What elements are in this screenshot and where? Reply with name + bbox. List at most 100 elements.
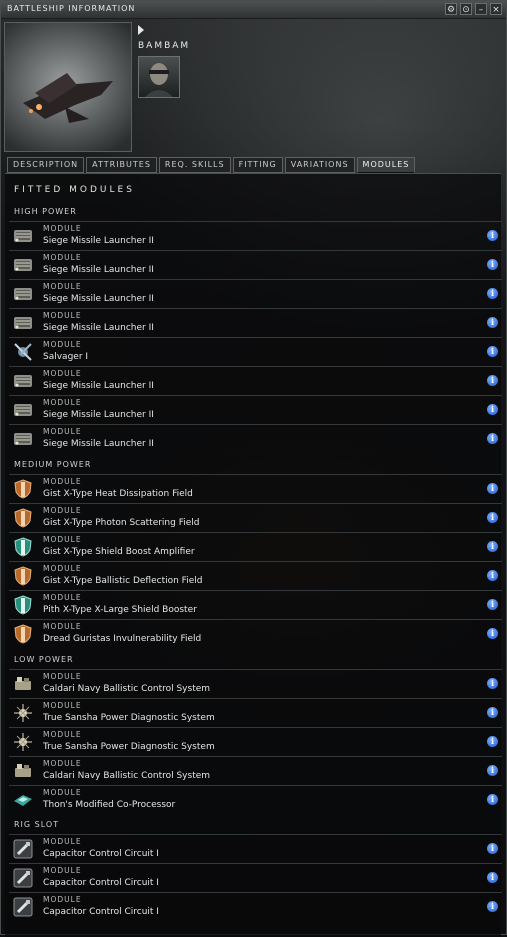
module-row[interactable]: MODULE Siege Missile Launcher II i (9, 424, 502, 453)
info-icon[interactable]: i (487, 404, 498, 415)
tab-variations[interactable]: VARIATIONS (284, 157, 355, 173)
module-name: True Sansha Power Diagnostic System (43, 742, 215, 752)
module-row[interactable]: MODULE Gist X-Type Heat Dissipation Field… (9, 474, 502, 503)
module-kind: MODULE (43, 895, 82, 904)
module-row[interactable]: MODULE Siege Missile Launcher II i (9, 250, 502, 279)
info-icon[interactable]: i (487, 843, 498, 854)
pin-icon[interactable]: ⊙ (460, 3, 472, 15)
module-name: Caldari Navy Ballistic Control System (43, 684, 211, 694)
power-diagnostic-icon (12, 702, 34, 724)
module-row[interactable]: MODULE Capacitor Control Circuit I i (9, 834, 502, 863)
info-icon[interactable]: i (487, 541, 498, 552)
module-row[interactable]: MODULE Siege Missile Launcher II i (9, 308, 502, 337)
module-kind: MODULE (43, 622, 82, 631)
module-kind: MODULE (43, 427, 82, 436)
rig-icon (12, 867, 34, 889)
module-row[interactable]: MODULE Siege Missile Launcher II i (9, 279, 502, 308)
module-row[interactable]: MODULE Siege Missile Launcher II i (9, 395, 502, 424)
pilot-portrait[interactable] (138, 56, 180, 98)
launcher-icon (12, 399, 34, 421)
info-icon[interactable]: i (487, 288, 498, 299)
orange-shield-icon (12, 623, 34, 645)
module-name: Capacitor Control Circuit I (43, 907, 159, 917)
minimize-icon[interactable]: – (475, 3, 487, 15)
info-icon[interactable]: i (487, 628, 498, 639)
tab-description[interactable]: DESCRIPTION (7, 157, 85, 173)
module-row[interactable]: MODULE Caldari Navy Ballistic Control Sys… (9, 756, 502, 785)
info-icon[interactable]: i (487, 346, 498, 357)
info-icon[interactable]: i (487, 483, 498, 494)
section-header: RIG SLOT (14, 820, 60, 829)
module-row[interactable]: MODULE True Sansha Power Diagnostic Syste… (9, 727, 502, 756)
title-bar[interactable]: BATTLESHIP INFORMATION ⚙ ⊙ – × (1, 1, 506, 19)
module-name: Gist X-Type Photon Scattering Field (43, 518, 200, 528)
tab-req-skills[interactable]: REQ. SKILLS (158, 157, 231, 173)
module-row[interactable]: MODULE Dread Guristas Invulnerability Fie… (9, 619, 502, 648)
panel-title: FITTED MODULES (14, 185, 135, 195)
module-name: Dread Guristas Invulnerability Field (43, 634, 202, 644)
module-row[interactable]: MODULE True Sansha Power Diagnostic Syste… (9, 698, 502, 727)
module-row[interactable]: MODULE Gist X-Type Shield Boost Amplifier… (9, 532, 502, 561)
tab-modules[interactable]: MODULES (356, 157, 416, 173)
module-kind: MODULE (43, 759, 82, 768)
power-diagnostic-icon (12, 731, 34, 753)
info-icon[interactable]: i (487, 259, 498, 270)
ballistic-control-icon (12, 760, 34, 782)
tab-fitting[interactable]: FITTING (232, 157, 283, 173)
launcher-icon (12, 225, 34, 247)
module-row[interactable]: MODULE Thon's Modified Co-Processor i (9, 785, 502, 814)
module-name: Siege Missile Launcher II (43, 381, 154, 391)
module-kind: MODULE (43, 593, 82, 602)
info-icon[interactable]: i (487, 433, 498, 444)
info-icon[interactable]: i (487, 794, 498, 805)
tab-attributes[interactable]: ATTRIBUTES (86, 157, 157, 173)
info-icon[interactable]: i (487, 512, 498, 523)
launcher-icon (12, 428, 34, 450)
info-icon[interactable]: i (487, 736, 498, 747)
section-header: HIGH POWER (14, 207, 77, 216)
settings-icon[interactable]: ⚙ (445, 3, 457, 15)
module-row[interactable]: MODULE Caldari Navy Ballistic Control Sys… (9, 669, 502, 698)
module-row[interactable]: MODULE Salvager I i (9, 337, 502, 366)
module-name: Siege Missile Launcher II (43, 439, 154, 449)
module-kind: MODULE (43, 788, 82, 797)
module-kind: MODULE (43, 253, 82, 262)
module-row[interactable]: MODULE Pith X-Type X-Large Shield Booster… (9, 590, 502, 619)
expand-arrow-icon[interactable] (138, 25, 144, 35)
module-row[interactable]: MODULE Siege Missile Launcher II i (9, 366, 502, 395)
info-icon[interactable]: i (487, 901, 498, 912)
info-icon[interactable]: i (487, 375, 498, 386)
close-icon[interactable]: × (490, 3, 502, 15)
module-kind: MODULE (43, 837, 82, 846)
info-icon[interactable]: i (487, 570, 498, 581)
module-kind: MODULE (43, 866, 82, 875)
module-kind: MODULE (43, 369, 82, 378)
rig-icon (12, 896, 34, 918)
info-icon[interactable]: i (487, 599, 498, 610)
module-row[interactable]: MODULE Siege Missile Launcher II i (9, 221, 502, 250)
info-icon[interactable]: i (487, 872, 498, 883)
info-icon[interactable]: i (487, 230, 498, 241)
info-icon[interactable]: i (487, 317, 498, 328)
module-name: Thon's Modified Co-Processor (43, 800, 176, 810)
module-name: Gist X-Type Shield Boost Amplifier (43, 547, 195, 557)
module-row[interactable]: MODULE Gist X-Type Photon Scattering Fiel… (9, 503, 502, 532)
module-kind: MODULE (43, 398, 82, 407)
teal-shield-icon (12, 536, 34, 558)
info-icon[interactable]: i (487, 678, 498, 689)
module-name: Pith X-Type X-Large Shield Booster (43, 605, 197, 615)
module-row[interactable]: MODULE Gist X-Type Ballistic Deflection F… (9, 561, 502, 590)
module-row[interactable]: MODULE Capacitor Control Circuit I i (9, 863, 502, 892)
info-icon[interactable]: i (487, 707, 498, 718)
info-icon[interactable]: i (487, 765, 498, 776)
module-kind: MODULE (43, 282, 82, 291)
module-name: Caldari Navy Ballistic Control System (43, 771, 211, 781)
launcher-icon (12, 254, 34, 276)
orange-shield-icon (12, 478, 34, 500)
module-row[interactable]: MODULE Capacitor Control Circuit I i (9, 892, 502, 921)
module-name: Gist X-Type Heat Dissipation Field (43, 489, 193, 499)
module-kind: MODULE (43, 477, 82, 486)
modules-panel: FITTED MODULES HIGH POWER MODULE Siege Mis… (5, 173, 502, 937)
module-name: Gist X-Type Ballistic Deflection Field (43, 576, 203, 586)
module-name: Siege Missile Launcher II (43, 265, 154, 275)
